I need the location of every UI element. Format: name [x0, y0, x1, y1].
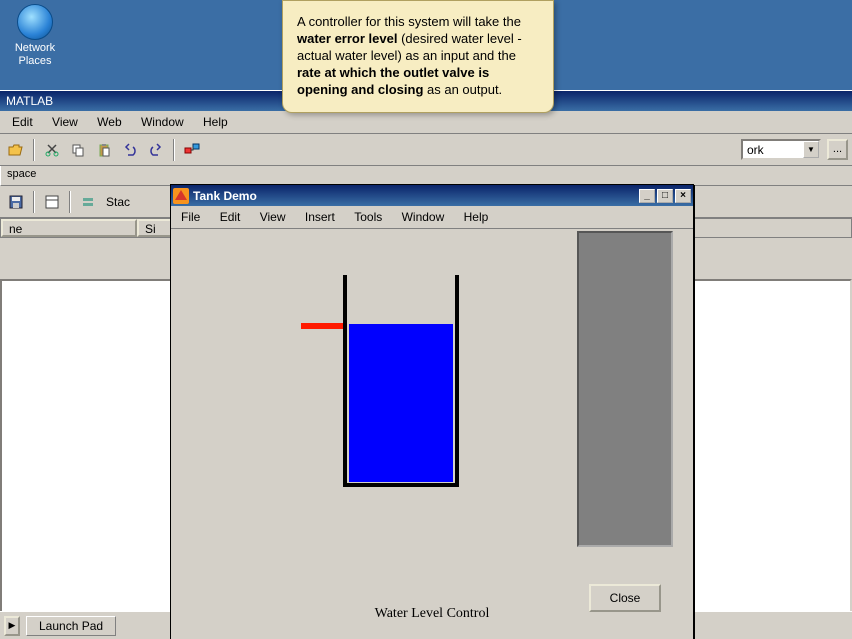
- folder-open-icon: [8, 143, 24, 157]
- menu-view[interactable]: View: [44, 113, 86, 131]
- workspace-panel-title: space: [0, 166, 852, 186]
- cut-button[interactable]: [40, 138, 64, 161]
- tank-title-text: Tank Demo: [193, 189, 637, 203]
- desktop-icon-label: NetworkPlaces: [0, 42, 70, 68]
- tank-titlebar[interactable]: Tank Demo _ □ ×: [171, 185, 693, 206]
- open-button[interactable]: [4, 138, 28, 161]
- matlab-title-text: MATLAB: [6, 94, 53, 108]
- setpoint-marker: [301, 323, 343, 329]
- water-fill: [349, 324, 453, 482]
- menu-edit[interactable]: Edit: [4, 113, 41, 131]
- tank-demo-window: Tank Demo _ □ × File Edit View Insert To…: [170, 184, 694, 639]
- tooltip-text-1: A controller for this system will take t…: [297, 14, 521, 29]
- menu-help[interactable]: Help: [195, 113, 236, 131]
- figure-caption: Water Level Control: [171, 606, 693, 622]
- floppy-icon: [9, 195, 23, 209]
- maximize-button[interactable]: □: [657, 189, 673, 203]
- redo-icon: [149, 143, 163, 157]
- pane-button[interactable]: [40, 190, 64, 213]
- menu-window[interactable]: Window: [133, 113, 192, 131]
- tank-menu-tools[interactable]: Tools: [346, 208, 390, 226]
- tank-wall-right: [455, 275, 459, 485]
- tank-menu-insert[interactable]: Insert: [297, 208, 343, 226]
- matlab-menubar: Edit View Web Window Help: [0, 111, 852, 134]
- globe-icon: [17, 4, 53, 40]
- save-button[interactable]: [4, 190, 28, 213]
- level-slider[interactable]: [577, 231, 673, 547]
- browse-button[interactable]: ...: [827, 139, 848, 160]
- scissors-icon: [45, 143, 59, 157]
- copy-button[interactable]: [66, 138, 90, 161]
- stack-label: Stac: [106, 195, 130, 209]
- redo-button[interactable]: [144, 138, 168, 161]
- tab-scroll-button[interactable]: ▶: [4, 616, 20, 636]
- clipboard-icon: [97, 143, 111, 157]
- tank-figure-area: Close Water Level Control: [171, 229, 693, 639]
- simulink-icon: [184, 142, 200, 158]
- desktop-icon-network-places[interactable]: NetworkPlaces: [0, 0, 70, 68]
- tank-menu-help[interactable]: Help: [456, 208, 497, 226]
- tank-menu-window[interactable]: Window: [394, 208, 453, 226]
- simulink-button[interactable]: [180, 138, 204, 161]
- separator: [33, 139, 35, 161]
- undo-icon: [123, 143, 137, 157]
- current-directory-combo[interactable]: ork ▼: [741, 139, 821, 160]
- separator: [69, 191, 71, 213]
- tooltip-text-3: as an output.: [423, 82, 502, 97]
- close-window-button[interactable]: ×: [675, 189, 691, 203]
- paste-button[interactable]: [92, 138, 116, 161]
- minimize-button[interactable]: _: [639, 189, 655, 203]
- pane-icon: [45, 195, 59, 209]
- undo-button[interactable]: [118, 138, 142, 161]
- matlab-toolbar: ork ▼ ...: [0, 134, 852, 166]
- tank-menu-edit[interactable]: Edit: [212, 208, 249, 226]
- tank-menubar: File Edit View Insert Tools Window Help: [171, 206, 693, 229]
- copy-icon: [71, 143, 85, 157]
- separator: [173, 139, 175, 161]
- stack-icon: [81, 195, 95, 209]
- tank-menu-file[interactable]: File: [173, 208, 208, 226]
- col-name[interactable]: ne: [1, 219, 137, 237]
- combo-text: ork: [743, 143, 803, 157]
- stack-view-button[interactable]: [76, 190, 100, 213]
- workspace-label: space: [7, 168, 36, 180]
- tank-wall-bottom: [343, 483, 459, 487]
- menu-web[interactable]: Web: [89, 113, 129, 131]
- tank-diagram: [343, 275, 459, 487]
- tank-wall-left: [343, 275, 347, 485]
- matlab-figure-icon: [173, 188, 189, 204]
- dropdown-arrow-icon[interactable]: ▼: [803, 141, 819, 158]
- help-tooltip: A controller for this system will take t…: [282, 0, 554, 113]
- tank-menu-view[interactable]: View: [252, 208, 294, 226]
- col-size[interactable]: Si: [137, 219, 173, 237]
- separator: [33, 191, 35, 213]
- tab-launch-pad[interactable]: Launch Pad: [26, 616, 116, 636]
- tooltip-bold-1: water error level: [297, 31, 397, 46]
